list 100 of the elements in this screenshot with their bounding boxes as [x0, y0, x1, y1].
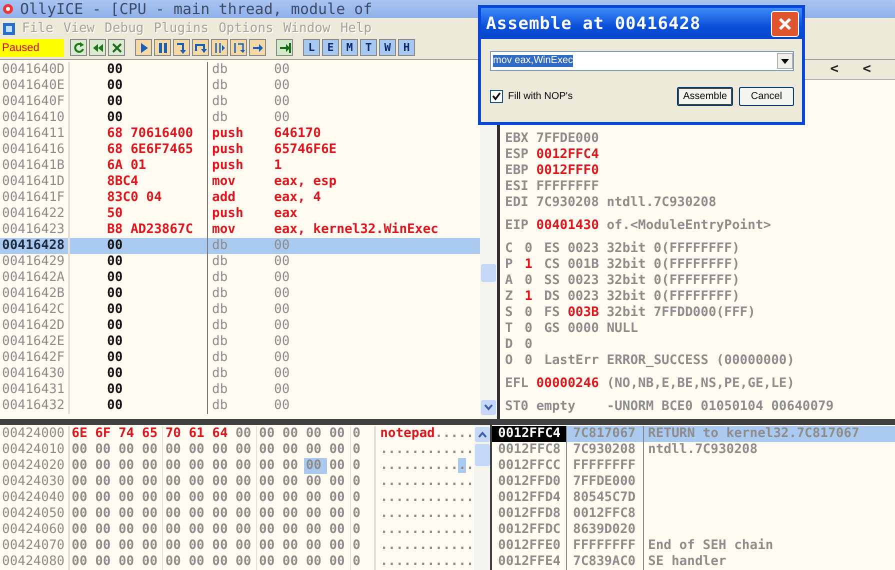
hex-byte[interactable]: 00	[234, 442, 257, 458]
hex-byte[interactable]: 00	[116, 522, 140, 538]
address-cell[interactable]: 00416431	[0, 382, 70, 398]
toolbar-button[interactable]	[154, 39, 171, 56]
hex-byte[interactable]: 0	[350, 522, 374, 538]
hex-byte[interactable]: 00	[140, 554, 164, 570]
hex-byte[interactable]: 00	[234, 426, 257, 442]
hex-byte[interactable]: 00	[140, 474, 164, 490]
hex-byte[interactable]: 00	[280, 538, 304, 554]
hex-byte[interactable]: 0	[350, 458, 374, 474]
hex-byte[interactable]: 00	[140, 522, 164, 538]
hex-byte[interactable]: 00	[70, 522, 94, 538]
hex-byte[interactable]: 00	[280, 522, 304, 538]
hex-byte[interactable]: 00	[210, 442, 234, 458]
hex-byte[interactable]: 00	[116, 538, 140, 554]
hex-byte[interactable]: 00	[163, 554, 187, 570]
toolbar-button[interactable]	[276, 39, 293, 56]
hex-byte[interactable]: 00	[186, 458, 210, 474]
hex-byte[interactable]: 0	[350, 426, 374, 442]
hex-byte[interactable]: 00	[116, 458, 140, 474]
address-cell[interactable]: 0041642F	[0, 350, 70, 366]
hex-byte[interactable]: 00	[140, 458, 164, 474]
hex-byte[interactable]: 00	[140, 490, 164, 506]
address-cell[interactable]: 00416416	[0, 142, 70, 158]
hex-byte[interactable]: 00	[210, 458, 234, 474]
hex-byte[interactable]: 00	[210, 554, 234, 570]
hex-byte[interactable]: 70	[163, 426, 187, 442]
hex-byte[interactable]: 00	[116, 474, 140, 490]
hex-byte[interactable]: 00	[234, 506, 257, 522]
toolbar-button[interactable]: E	[322, 39, 339, 56]
hex-byte[interactable]: 00	[257, 426, 280, 442]
hex-byte[interactable]: 00	[280, 474, 304, 490]
scroll-thumb[interactable]	[474, 444, 490, 466]
hex-byte[interactable]: 00	[116, 506, 140, 522]
hex-byte[interactable]: 00	[93, 490, 116, 506]
hex-byte[interactable]: 0	[350, 538, 374, 554]
hex-byte[interactable]: 00	[210, 522, 234, 538]
address-cell[interactable]: 0012FFD0	[492, 474, 567, 490]
dialog-button[interactable]: Assemble	[677, 87, 733, 106]
address-cell[interactable]: 0041641F	[0, 190, 70, 206]
address-cell[interactable]: 0041640D	[0, 62, 70, 78]
hex-byte[interactable]: 00	[70, 474, 94, 490]
hex-byte[interactable]: 00	[234, 554, 257, 570]
toolbar-button[interactable]	[249, 39, 266, 56]
hex-byte[interactable]: 00	[304, 458, 328, 474]
address-cell[interactable]: 0012FFCC	[492, 458, 567, 474]
hex-byte[interactable]: 00	[327, 522, 351, 538]
hex-byte[interactable]: 65	[140, 426, 164, 442]
hex-byte[interactable]: 00	[163, 490, 187, 506]
hex-byte[interactable]: 00	[304, 426, 328, 442]
address-cell[interactable]: 0041642E	[0, 334, 70, 350]
hex-byte[interactable]: 00	[140, 506, 164, 522]
hex-byte[interactable]: 0	[350, 490, 374, 506]
address-cell[interactable]: 0012FFC4	[492, 426, 567, 442]
hex-byte[interactable]: 00	[257, 538, 280, 554]
hex-byte[interactable]: 00	[257, 442, 280, 458]
hex-byte[interactable]: 00	[280, 458, 304, 474]
hex-byte[interactable]: 00	[280, 426, 304, 442]
hex-byte[interactable]: 6E	[70, 426, 94, 442]
hex-byte[interactable]: 00	[304, 506, 328, 522]
address-cell[interactable]: 0012FFD8	[492, 506, 567, 522]
hex-byte[interactable]: 00	[163, 458, 187, 474]
hex-byte[interactable]: 00	[93, 442, 116, 458]
address-cell[interactable]: 0012FFE0	[492, 538, 567, 554]
address-cell[interactable]: 0012FFD4	[492, 490, 567, 506]
hex-byte[interactable]: 00	[93, 522, 116, 538]
toolbar-button[interactable]: M	[341, 39, 358, 56]
hex-byte[interactable]: 00	[304, 490, 328, 506]
hex-byte[interactable]: 00	[327, 490, 351, 506]
address-cell[interactable]: 0041642B	[0, 286, 70, 302]
toolbar-button[interactable]	[211, 39, 228, 56]
hex-byte[interactable]: 00	[70, 442, 94, 458]
hex-byte[interactable]: 00	[327, 442, 351, 458]
hex-byte[interactable]: 00	[163, 442, 187, 458]
dropdown-button[interactable]	[777, 53, 793, 69]
hex-byte[interactable]: 00	[304, 554, 328, 570]
hex-byte[interactable]: 00	[210, 506, 234, 522]
hex-byte[interactable]: 00	[234, 474, 257, 490]
address-cell[interactable]: 0041642D	[0, 318, 70, 334]
hex-byte[interactable]: 00	[116, 490, 140, 506]
toolbar-button[interactable]: L	[303, 39, 320, 56]
address-cell[interactable]: 0041641B	[0, 158, 70, 174]
hex-byte[interactable]: 00	[186, 474, 210, 490]
address-cell[interactable]: 00416422	[0, 206, 70, 222]
hex-byte[interactable]: 00	[257, 554, 280, 570]
hex-byte[interactable]: 00	[304, 442, 328, 458]
hex-byte[interactable]: 00	[257, 522, 280, 538]
hex-byte[interactable]: 00	[327, 458, 351, 474]
toolbar-button[interactable]	[173, 39, 190, 56]
address-cell[interactable]: 0012FFDC	[492, 522, 567, 538]
hex-byte[interactable]: 00	[93, 506, 116, 522]
address-cell[interactable]: 00416432	[0, 398, 70, 414]
hex-byte[interactable]: 00	[140, 442, 164, 458]
hex-byte[interactable]: 00	[280, 554, 304, 570]
hex-byte[interactable]: 00	[280, 442, 304, 458]
address-cell[interactable]: 0041640E	[0, 78, 70, 94]
hex-byte[interactable]: 00	[163, 506, 187, 522]
hex-byte[interactable]: 00	[186, 490, 210, 506]
hex-byte[interactable]: 00	[280, 490, 304, 506]
hex-byte[interactable]: 00	[280, 506, 304, 522]
